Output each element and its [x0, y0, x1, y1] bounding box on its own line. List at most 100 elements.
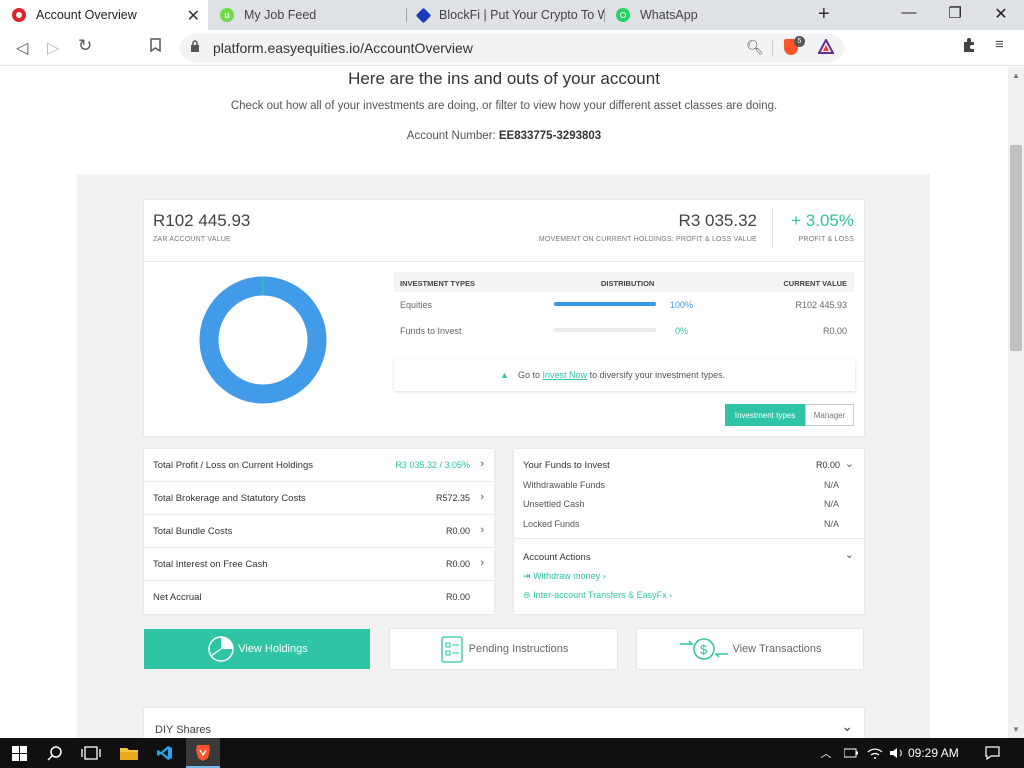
account-number: EE833775-3293803	[498, 130, 602, 142]
task-view-icon[interactable]	[76, 738, 106, 768]
funds-card: Your Funds to Invest R0.00 ⌄ Withdrawabl…	[514, 449, 864, 614]
chevron-down-icon[interactable]: ⌄	[845, 548, 854, 561]
distribution-donut-chart	[199, 276, 327, 404]
notifications-icon[interactable]	[982, 738, 1002, 768]
cost-value: R0.00	[445, 526, 470, 536]
table-row[interactable]: Equities 100% R102 445.93	[394, 292, 854, 318]
account-number-line: Account Number: EE833775-3293803	[0, 130, 1008, 142]
unsettled-value: N/A	[823, 499, 839, 509]
locked-value: N/A	[823, 519, 839, 529]
back-icon[interactable]: ◁	[16, 38, 28, 58]
withdrawable-value: N/A	[823, 480, 839, 490]
reload-icon[interactable]: ↻	[78, 36, 92, 56]
cost-label: Net Accrual	[153, 592, 202, 603]
donut-equities-ring	[199, 276, 327, 404]
zoom-icon[interactable]: 🔍︎	[746, 39, 764, 56]
cost-row[interactable]: Total Bundle Costs R0.00 ›	[144, 515, 494, 548]
tab-strip: Account Overview ✕ u My Job Feed BlockFi…	[0, 0, 1024, 30]
extensions-icon[interactable]	[961, 37, 977, 58]
account-number-label: Account Number:	[406, 130, 496, 142]
tab-title: My Job Feed	[244, 8, 317, 22]
bell-icon: ▲	[500, 370, 509, 380]
volume-icon[interactable]	[888, 738, 906, 768]
chevron-right-icon[interactable]: ›	[480, 458, 484, 470]
view-transactions-button[interactable]: $ View Transactions	[637, 629, 863, 669]
svg-text:$: $	[700, 642, 708, 657]
shields-badge: 5	[794, 36, 805, 47]
menu-icon[interactable]: ≡	[995, 36, 1004, 53]
tab-job-feed[interactable]: u My Job Feed	[208, 0, 406, 30]
clock[interactable]: 09:29 AM	[908, 746, 959, 760]
transfers-link[interactable]: ⊜ Inter-account Transfers & EasyFx ›	[523, 590, 672, 601]
brave-taskbar-icon[interactable]	[186, 738, 220, 768]
easyequities-favicon-icon	[12, 8, 26, 22]
header-distribution: DISTRIBUTION	[601, 279, 655, 288]
new-tab-button[interactable]: +	[818, 3, 830, 26]
cost-row[interactable]: Total Profit / Loss on Current Holdings R…	[144, 449, 494, 482]
close-window-button[interactable]: ✕	[978, 4, 1024, 24]
investment-type: Funds to Invest	[400, 326, 462, 336]
battery-icon[interactable]	[842, 738, 860, 768]
chevron-right-icon[interactable]: ›	[480, 491, 484, 503]
brave-rewards-icon[interactable]	[818, 39, 834, 55]
windows-taskbar: ︿ 09:29 AM	[0, 738, 1024, 768]
blockfi-favicon-icon	[415, 7, 432, 23]
forward-icon[interactable]: ▷	[47, 38, 59, 58]
investment-types-table-body: INVESTMENT TYPES DISTRIBUTION CURRENT VA…	[394, 272, 854, 344]
funds-value: R0.00	[815, 460, 840, 470]
cost-value: R3 035.32 / 3.05%	[395, 460, 470, 470]
movement-value: R3 035.32	[678, 211, 757, 230]
tab-blockfi[interactable]: BlockFi | Put Your Crypto To Wo	[406, 0, 604, 30]
restore-button[interactable]: ❐	[932, 4, 978, 22]
chevron-right-icon: ›	[602, 571, 606, 581]
invest-now-link[interactable]: Invest Now	[543, 370, 588, 380]
bookmark-icon[interactable]	[150, 38, 161, 57]
investment-types-toggle[interactable]: Investment types	[725, 404, 805, 426]
manager-toggle[interactable]: Manager	[805, 404, 854, 426]
page-scrollbar[interactable]: ▲ ▼	[1008, 67, 1024, 738]
tab-whatsapp[interactable]: WhatsApp	[604, 0, 802, 30]
chevron-down-icon[interactable]: ⌄	[845, 457, 854, 470]
distribution-bar	[554, 328, 656, 332]
withdrawable-label: Withdrawable Funds	[523, 480, 606, 490]
header-investment-types: INVESTMENT TYPES	[400, 279, 476, 288]
diy-shares-section[interactable]: DIY Shares ⌄	[144, 708, 864, 738]
close-tab-icon[interactable]: ✕	[187, 6, 200, 26]
view-holdings-button[interactable]: View Holdings	[144, 629, 370, 669]
tab-title: Account Overview	[36, 8, 137, 22]
scroll-up-icon[interactable]: ▲	[1012, 71, 1020, 80]
chevron-up-icon[interactable]: ︿	[818, 738, 834, 768]
chevron-down-icon[interactable]: ⌄	[841, 718, 853, 735]
cost-value: R572.35	[435, 493, 470, 503]
chevron-right-icon[interactable]: ›	[480, 557, 484, 569]
cost-row[interactable]: Total Brokerage and Statutory Costs R572.…	[144, 482, 494, 515]
cost-label: Total Brokerage and Statutory Costs	[153, 493, 306, 504]
chevron-right-icon[interactable]: ›	[480, 524, 484, 536]
table-row[interactable]: Funds to Invest 0% R0.00	[394, 318, 854, 344]
costs-summary-card: Total Profit / Loss on Current Holdings R…	[144, 449, 494, 614]
scroll-down-icon[interactable]: ▼	[1012, 725, 1020, 734]
goto-prefix: Go to	[518, 370, 541, 380]
vscode-icon[interactable]	[150, 738, 180, 768]
pending-instructions-button[interactable]: Pending Instructions	[390, 629, 617, 669]
file-explorer-icon[interactable]	[114, 738, 144, 768]
transfers-label: Inter-account Transfers & EasyFx	[533, 590, 667, 600]
tab-account-overview[interactable]: Account Overview ✕	[0, 0, 208, 30]
cost-row[interactable]: Total Interest on Free Cash R0.00 ›	[144, 548, 494, 581]
cost-value: R0.00	[445, 592, 470, 602]
scrollbar-thumb[interactable]	[1010, 145, 1022, 351]
distribution-percent: 0%	[675, 326, 689, 336]
wifi-icon[interactable]	[866, 738, 884, 768]
view-transactions-label: View Transactions	[732, 643, 822, 655]
unsettled-label: Unsettled Cash	[523, 499, 585, 509]
minimize-button[interactable]: —	[886, 4, 932, 21]
search-icon[interactable]	[40, 738, 70, 768]
cost-value: R0.00	[445, 559, 470, 569]
diy-shares-label: DIY Shares	[155, 724, 212, 736]
tab-title: BlockFi | Put Your Crypto To Wo	[439, 8, 604, 22]
account-value: R102 445.93	[153, 211, 251, 230]
withdraw-money-link[interactable]: ⇥ Withdraw money ›	[523, 571, 606, 582]
windows-start-icon[interactable]	[4, 738, 34, 768]
movement-caption: MOVEMENT ON CURRENT HOLDINGS: PROFIT & L…	[538, 236, 757, 243]
address-bar[interactable]: platform.easyequities.io/AccountOverview…	[180, 34, 844, 62]
